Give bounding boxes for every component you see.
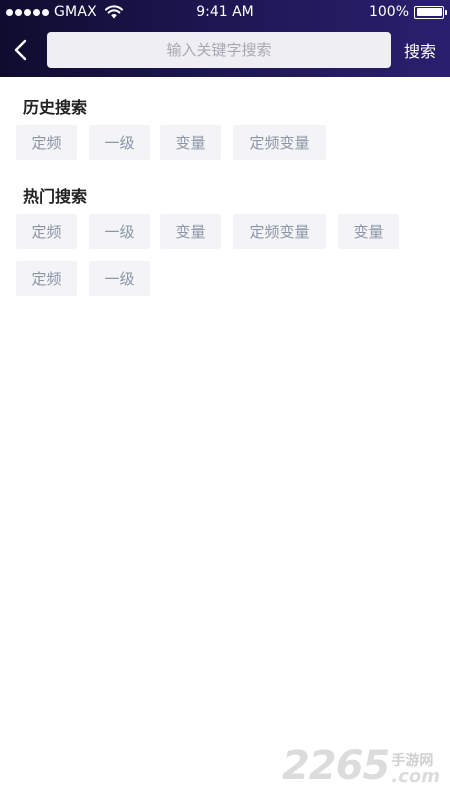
hot-tag[interactable]: 变量: [338, 214, 399, 249]
battery-percent: 100%: [368, 4, 409, 20]
header-bar: GMAX 9:41 AM 100% 输入关键字搜索 搜索: [0, 0, 450, 77]
search-button[interactable]: 搜索: [404, 38, 436, 62]
hot-tag[interactable]: 定频: [16, 261, 77, 296]
hot-tag[interactable]: 一级: [89, 261, 150, 296]
status-right: 100%: [368, 4, 447, 20]
watermark-side: 手游网 .com: [391, 754, 440, 786]
history-tag[interactable]: 定频: [16, 125, 77, 160]
history-tag[interactable]: 一级: [89, 125, 150, 160]
history-tag[interactable]: 变量: [160, 125, 221, 160]
site-watermark: 2265 手游网 .com: [282, 746, 440, 786]
search-input[interactable]: [47, 32, 391, 68]
history-title: 历史搜索: [23, 98, 88, 117]
battery-fill: [416, 8, 442, 16]
back-button[interactable]: [6, 33, 36, 67]
battery-icon: [414, 5, 447, 19]
hot-tag[interactable]: 变量: [160, 214, 221, 249]
history-tag[interactable]: 定频变量: [233, 125, 326, 160]
hot-tag[interactable]: 定频变量: [233, 214, 326, 249]
status-bar: GMAX 9:41 AM 100%: [0, 0, 450, 24]
search-screen: GMAX 9:41 AM 100% 输入关键字搜索 搜索 历史搜索 定频 一级 …: [0, 0, 450, 800]
hot-tag[interactable]: 一级: [89, 214, 150, 249]
hot-title: 热门搜索: [23, 187, 88, 206]
hot-tag[interactable]: 定频: [16, 214, 77, 249]
chevron-left-icon: [14, 39, 27, 61]
search-nav-bar: 搜索: [0, 28, 450, 72]
watermark-number: 2265: [282, 743, 390, 789]
watermark-suffix: .com: [391, 766, 440, 787]
